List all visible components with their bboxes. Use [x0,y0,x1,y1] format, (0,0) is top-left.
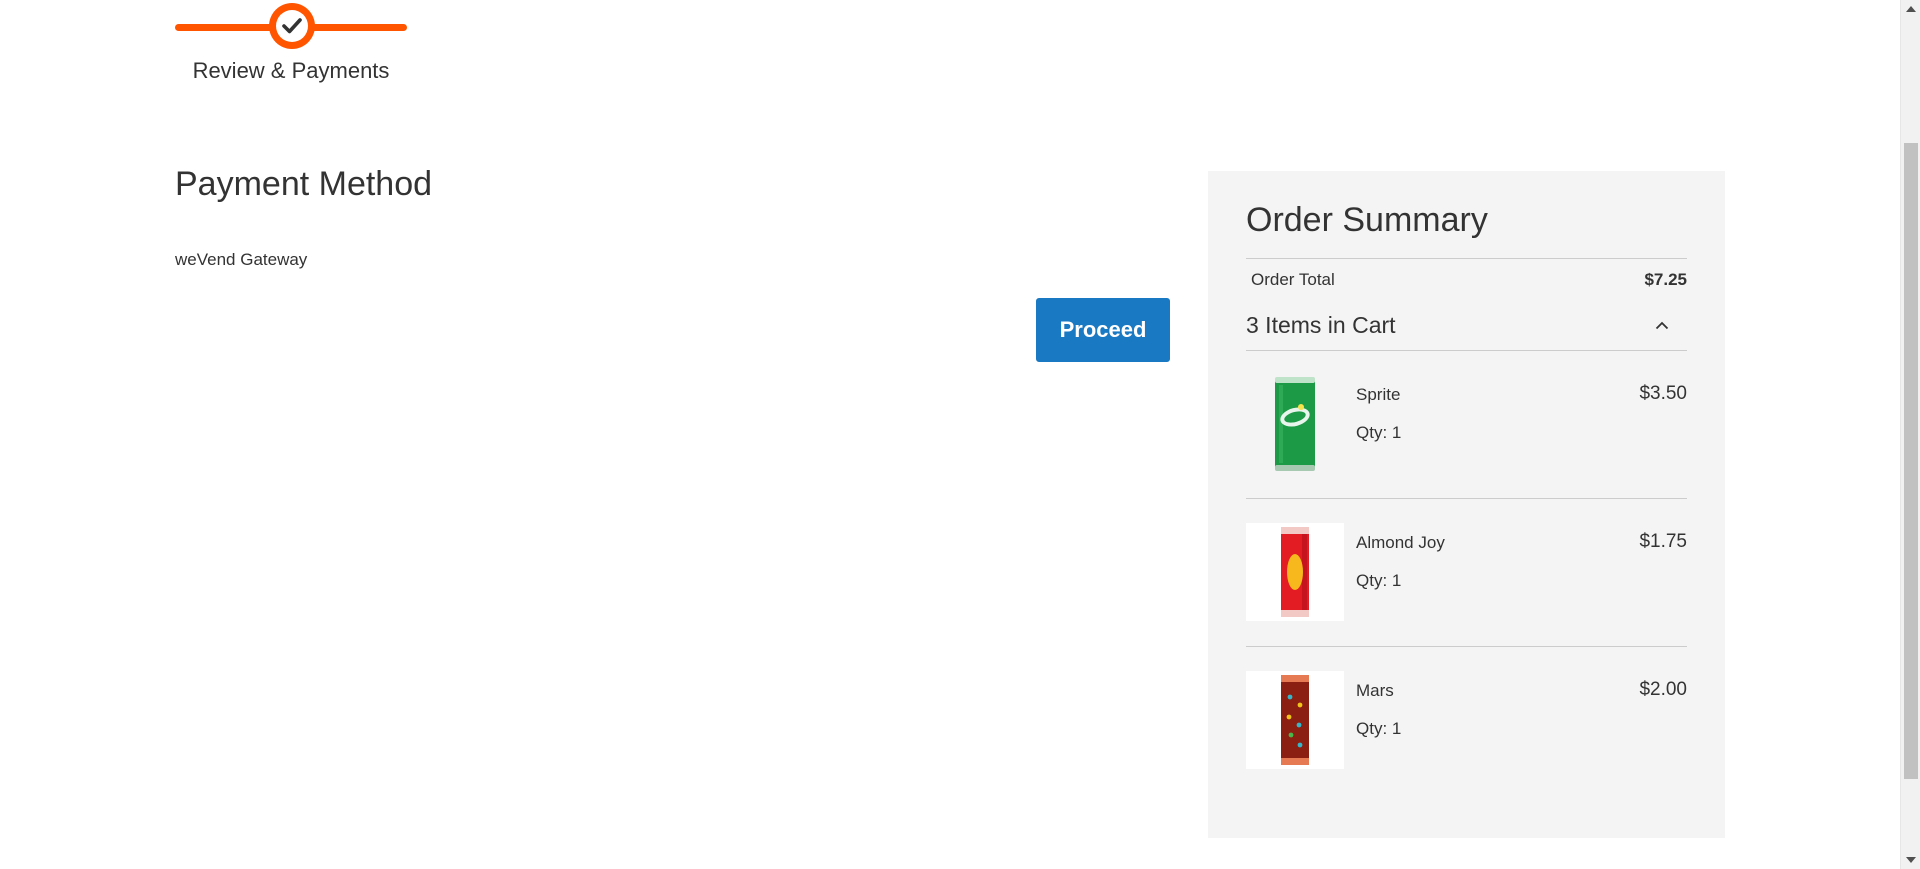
cart-item-list: Sprite Qty: 1 $3.50 Almond Joy Qty: 1 $1 [1246,351,1687,795]
checkout-progress-bar: Review & Payments [175,0,407,100]
progress-step-indicator [269,3,315,49]
cart-item-qty: Qty: 1 [1356,719,1402,738]
cart-item-qty: Qty: 1 [1356,423,1402,442]
order-total-row: Order Total $7.25 [1246,259,1687,301]
cart-item-qty: Qty: 1 [1356,571,1402,590]
proceed-button[interactable]: Proceed [1036,298,1170,362]
scroll-up-arrow-icon[interactable] [1906,6,1916,12]
cart-item: Almond Joy Qty: 1 $1.75 [1246,499,1687,647]
items-in-cart-label: 3 Items in Cart [1246,312,1396,338]
mars-bar-icon [1246,671,1344,769]
checkout-page: Review & Payments Payment Method weVend … [0,0,1920,869]
scroll-down-arrow-icon[interactable] [1906,857,1916,863]
order-summary: Order Summary Order Total $7.25 3 Items … [1208,171,1725,838]
order-total-amount: $7.25 [1644,270,1687,289]
order-total-label: Order Total [1251,270,1335,289]
cart-item: Sprite Qty: 1 $3.50 [1246,351,1687,499]
sprite-can-icon [1246,375,1344,473]
order-summary-title: Order Summary [1246,171,1687,259]
checkmark-icon [282,18,302,34]
cart-item-name: Almond Joy [1356,533,1445,552]
payment-option-label: weVend Gateway [175,250,308,269]
almond-joy-bar-icon [1246,523,1344,621]
cart-item-price: $2.00 [1639,679,1687,700]
cart-item-name: Sprite [1356,385,1401,404]
chevron-up-icon[interactable] [1647,311,1677,341]
page-scrollbar[interactable] [1900,0,1920,869]
cart-item: Mars Qty: 1 $2.00 [1246,647,1687,795]
cart-item-price: $1.75 [1639,531,1687,552]
items-in-cart-toggle[interactable]: 3 Items in Cart [1246,301,1687,351]
cart-item-price: $3.50 [1639,383,1687,404]
progress-step-label: Review & Payments [192,58,390,83]
scrollbar-thumb[interactable] [1904,143,1918,779]
payment-method-title: Payment Method [175,165,433,203]
cart-item-name: Mars [1356,681,1394,700]
